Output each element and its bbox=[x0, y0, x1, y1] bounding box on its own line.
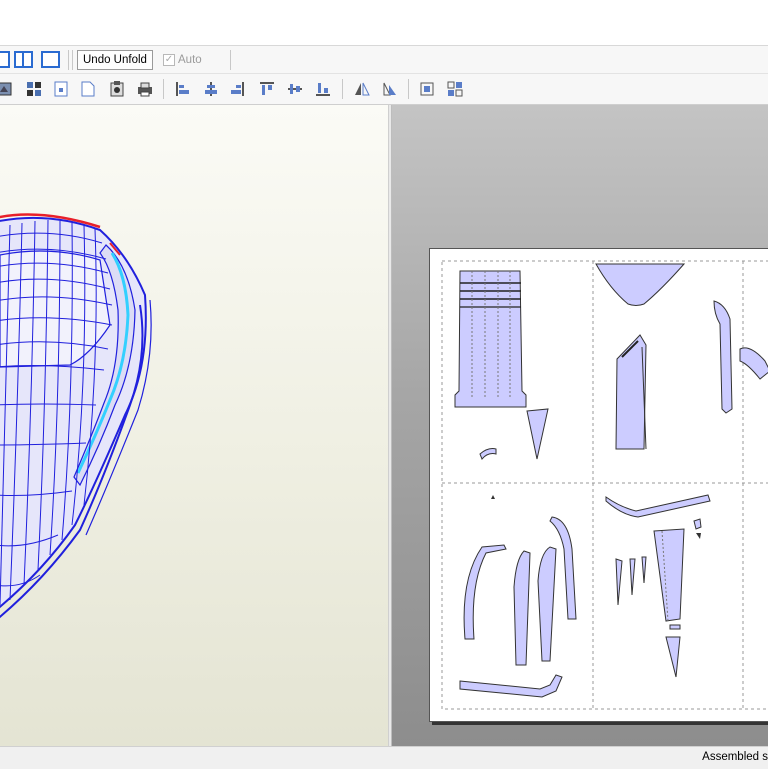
window-top-area bbox=[0, 0, 768, 46]
split-view-icon bbox=[22, 53, 24, 66]
part-column[interactable] bbox=[615, 334, 647, 450]
print-icon[interactable] bbox=[136, 80, 154, 98]
part-thin-c[interactable] bbox=[641, 556, 647, 584]
align-left-icon[interactable] bbox=[174, 80, 192, 98]
toolbar-separator bbox=[72, 50, 73, 70]
part-thin-b[interactable] bbox=[629, 558, 636, 596]
toolbar-row-1: Undo Unfold ✓ Auto bbox=[0, 46, 768, 74]
align-top-icon[interactable] bbox=[258, 80, 276, 98]
part-spike-b[interactable] bbox=[665, 636, 681, 678]
part-thin-a[interactable] bbox=[615, 558, 623, 606]
part-spike[interactable] bbox=[526, 408, 549, 460]
align-right-icon[interactable] bbox=[228, 80, 246, 98]
arrange-parts-icon[interactable] bbox=[446, 80, 464, 98]
part-tiny-b[interactable] bbox=[696, 533, 701, 539]
3d-view[interactable] bbox=[0, 105, 388, 746]
grid-layout-icon[interactable] bbox=[25, 80, 43, 98]
part-curved-strip-b[interactable] bbox=[513, 550, 531, 666]
auto-label: Auto bbox=[178, 54, 202, 66]
toolbar-separator bbox=[342, 79, 343, 99]
part-tiny-c[interactable] bbox=[669, 624, 681, 630]
part-tapered-panel[interactable] bbox=[653, 528, 685, 622]
part-tiny-a[interactable] bbox=[693, 518, 702, 530]
single-pane-button[interactable] bbox=[0, 51, 10, 68]
page-icon[interactable] bbox=[52, 80, 70, 98]
checkmark-icon: ✓ bbox=[163, 54, 175, 66]
part-curved-strip-a[interactable] bbox=[463, 544, 507, 640]
split-view-button[interactable] bbox=[14, 51, 33, 68]
clipboard-icon[interactable] bbox=[108, 80, 126, 98]
part-triangle[interactable] bbox=[595, 263, 686, 306]
fit-page-icon[interactable] bbox=[418, 80, 436, 98]
align-bottom-icon[interactable] bbox=[314, 80, 332, 98]
flip-horizontal-icon[interactable] bbox=[353, 80, 371, 98]
texture-icon[interactable] bbox=[0, 80, 14, 98]
part-arc-strip[interactable] bbox=[605, 494, 711, 518]
part-dot[interactable] bbox=[491, 495, 495, 499]
undo-unfold-button[interactable]: Undo Unfold bbox=[77, 50, 153, 70]
toolbar-separator bbox=[230, 50, 231, 70]
paper-sheet[interactable] bbox=[429, 248, 768, 722]
align-center-icon[interactable] bbox=[202, 80, 220, 98]
toolbar-separator bbox=[408, 79, 409, 99]
3d-mesh-model bbox=[0, 213, 152, 619]
status-bar: Assembled s bbox=[0, 746, 768, 769]
toolbar-separator bbox=[68, 50, 69, 70]
align-middle-icon[interactable] bbox=[286, 80, 304, 98]
unfolded-parts-layout bbox=[441, 260, 768, 710]
flip-vertical-icon[interactable] bbox=[381, 80, 399, 98]
part-strip-a[interactable] bbox=[713, 300, 733, 414]
2d-view-button[interactable] bbox=[41, 51, 60, 68]
new-page-icon[interactable] bbox=[79, 80, 97, 98]
part-strip-b[interactable] bbox=[739, 347, 768, 380]
toolbar-separator bbox=[163, 79, 164, 99]
auto-checkbox[interactable]: ✓ Auto bbox=[163, 50, 202, 70]
part-small-curve[interactable] bbox=[479, 448, 497, 460]
part-long-strip[interactable] bbox=[459, 674, 563, 698]
part-tall-panel[interactable] bbox=[454, 270, 527, 408]
part-curved-strip-c[interactable] bbox=[537, 546, 557, 662]
status-text: Assembled s bbox=[702, 751, 768, 763]
